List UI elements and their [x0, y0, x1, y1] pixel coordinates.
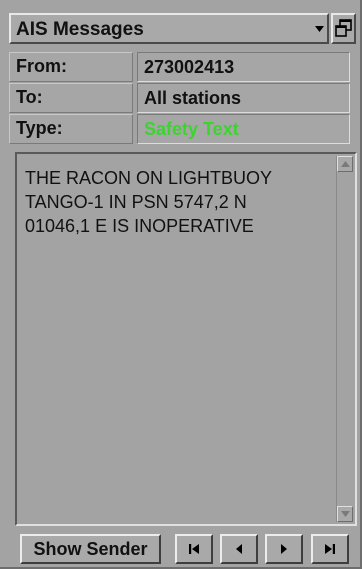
last-icon [325, 544, 335, 554]
last-message-button[interactable] [311, 534, 349, 564]
next-icon [281, 544, 287, 554]
chevron-down-icon[interactable] [313, 17, 325, 40]
type-label: Type: [16, 118, 63, 138]
from-label: From: [16, 56, 67, 76]
window-restore-button[interactable] [331, 13, 356, 44]
message-type-dropdown[interactable]: AIS Messages [9, 13, 329, 44]
restore-window-icon [335, 19, 352, 37]
next-message-button[interactable] [265, 534, 303, 564]
show-sender-button[interactable]: Show Sender [20, 534, 161, 564]
ais-messages-panel: AIS Messages From: 273002413 To: All sta… [0, 0, 362, 569]
from-value: 273002413 [137, 52, 350, 82]
panel-title: AIS Messages [16, 19, 144, 40]
to-label: To: [16, 87, 43, 107]
arrow-down-icon [340, 511, 350, 517]
message-text-area[interactable]: THE RACON ON LIGHTBUOY TANGO-1 IN PSN 57… [15, 152, 357, 526]
to-value: All stations [137, 83, 350, 113]
scroll-down-button[interactable] [337, 506, 353, 522]
first-icon [189, 544, 199, 554]
vertical-scrollbar[interactable] [336, 156, 353, 522]
prev-icon [236, 544, 242, 554]
type-value: Safety Text [137, 114, 350, 144]
scroll-up-button[interactable] [337, 156, 353, 172]
arrow-up-icon [340, 161, 350, 167]
first-message-button[interactable] [175, 534, 213, 564]
message-body: THE RACON ON LIGHTBUOY TANGO-1 IN PSN 57… [25, 168, 273, 236]
previous-message-button[interactable] [220, 534, 258, 564]
